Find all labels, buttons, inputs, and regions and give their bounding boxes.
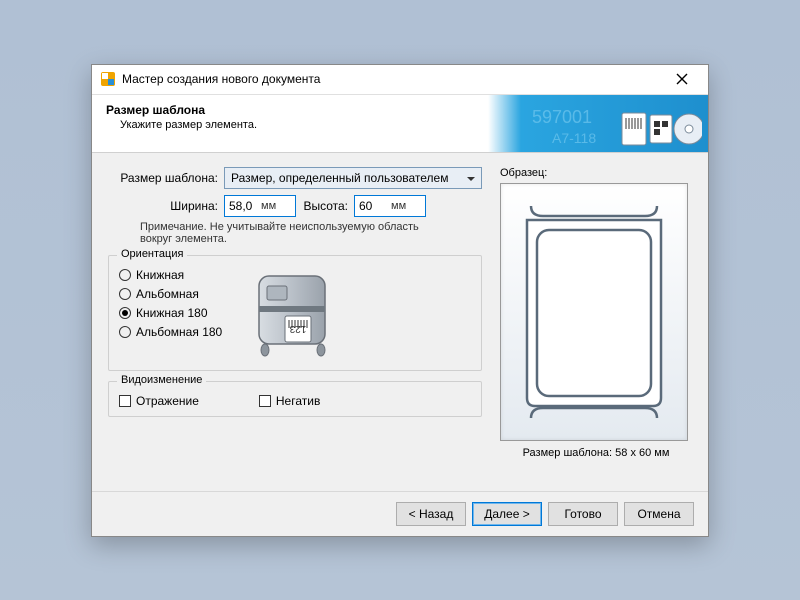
height-input[interactable] (355, 196, 391, 216)
wizard-header-graphic: 597001 A7-118 (488, 95, 708, 152)
finish-button[interactable]: Готово (548, 502, 618, 526)
cancel-button[interactable]: Отмена (624, 502, 694, 526)
negative-checkbox[interactable]: Негатив (259, 394, 320, 408)
wizard-body: Размер шаблона: Размер, определенный пол… (92, 153, 708, 491)
width-unit: мм (261, 200, 280, 212)
template-preview (500, 183, 688, 441)
width-label: Ширина: (108, 199, 224, 213)
height-label: Высота: (296, 199, 354, 213)
close-button[interactable] (662, 67, 702, 91)
orientation-radios: Книжная Альбомная Книжная 180 Альбомная … (119, 266, 222, 362)
template-size-value: Размер, определенный пользователем (231, 171, 448, 185)
orientation-landscape[interactable]: Альбомная (119, 287, 222, 301)
title-bar: Мастер создания нового документа (92, 65, 708, 95)
wizard-dialog: Мастер создания нового документа Размер … (91, 64, 709, 537)
width-field-wrap: мм (224, 195, 296, 217)
preview-caption: Размер шаблона: 58 x 60 мм (500, 447, 692, 459)
size-note: Примечание. Не учитывайте неиспользуемую… (140, 221, 450, 245)
mirror-checkbox[interactable]: Отражение (119, 394, 199, 408)
wizard-header: Размер шаблона Укажите размер элемента. … (92, 95, 708, 153)
orientation-portrait[interactable]: Книжная (119, 268, 222, 282)
orientation-group: Ориентация Книжная Альбомная Книжная 180… (108, 255, 482, 371)
page-subtitle: Укажите размер элемента. (106, 119, 474, 131)
printer-illustration: 123 (238, 266, 348, 362)
height-field-wrap: мм (354, 195, 426, 217)
app-icon (100, 71, 116, 87)
svg-text:597001: 597001 (532, 107, 592, 127)
back-button[interactable]: < Назад (396, 502, 466, 526)
height-unit: мм (391, 200, 410, 212)
sample-label: Образец: (500, 167, 692, 179)
width-input[interactable] (225, 196, 261, 216)
orientation-landscape-180[interactable]: Альбомная 180 (119, 325, 222, 339)
preview-column: Образец: Размер шаблона: 58 x 60 мм (500, 167, 692, 479)
effects-legend: Видоизменение (117, 374, 206, 386)
orientation-legend: Ориентация (117, 248, 187, 260)
page-title: Размер шаблона (106, 103, 474, 117)
template-size-label: Размер шаблона: (108, 171, 224, 185)
wizard-header-text: Размер шаблона Укажите размер элемента. (92, 95, 488, 152)
template-size-select[interactable]: Размер, определенный пользователем (224, 167, 482, 189)
window-title: Мастер создания нового документа (122, 72, 662, 86)
next-button[interactable]: Далее > (472, 502, 542, 526)
wizard-footer: < Назад Далее > Готово Отмена (92, 491, 708, 536)
form-column: Размер шаблона: Размер, определенный пол… (108, 167, 482, 479)
orientation-portrait-180[interactable]: Книжная 180 (119, 306, 222, 320)
svg-text:A7-118: A7-118 (552, 130, 596, 146)
effects-group: Видоизменение Отражение Негатив (108, 381, 482, 417)
